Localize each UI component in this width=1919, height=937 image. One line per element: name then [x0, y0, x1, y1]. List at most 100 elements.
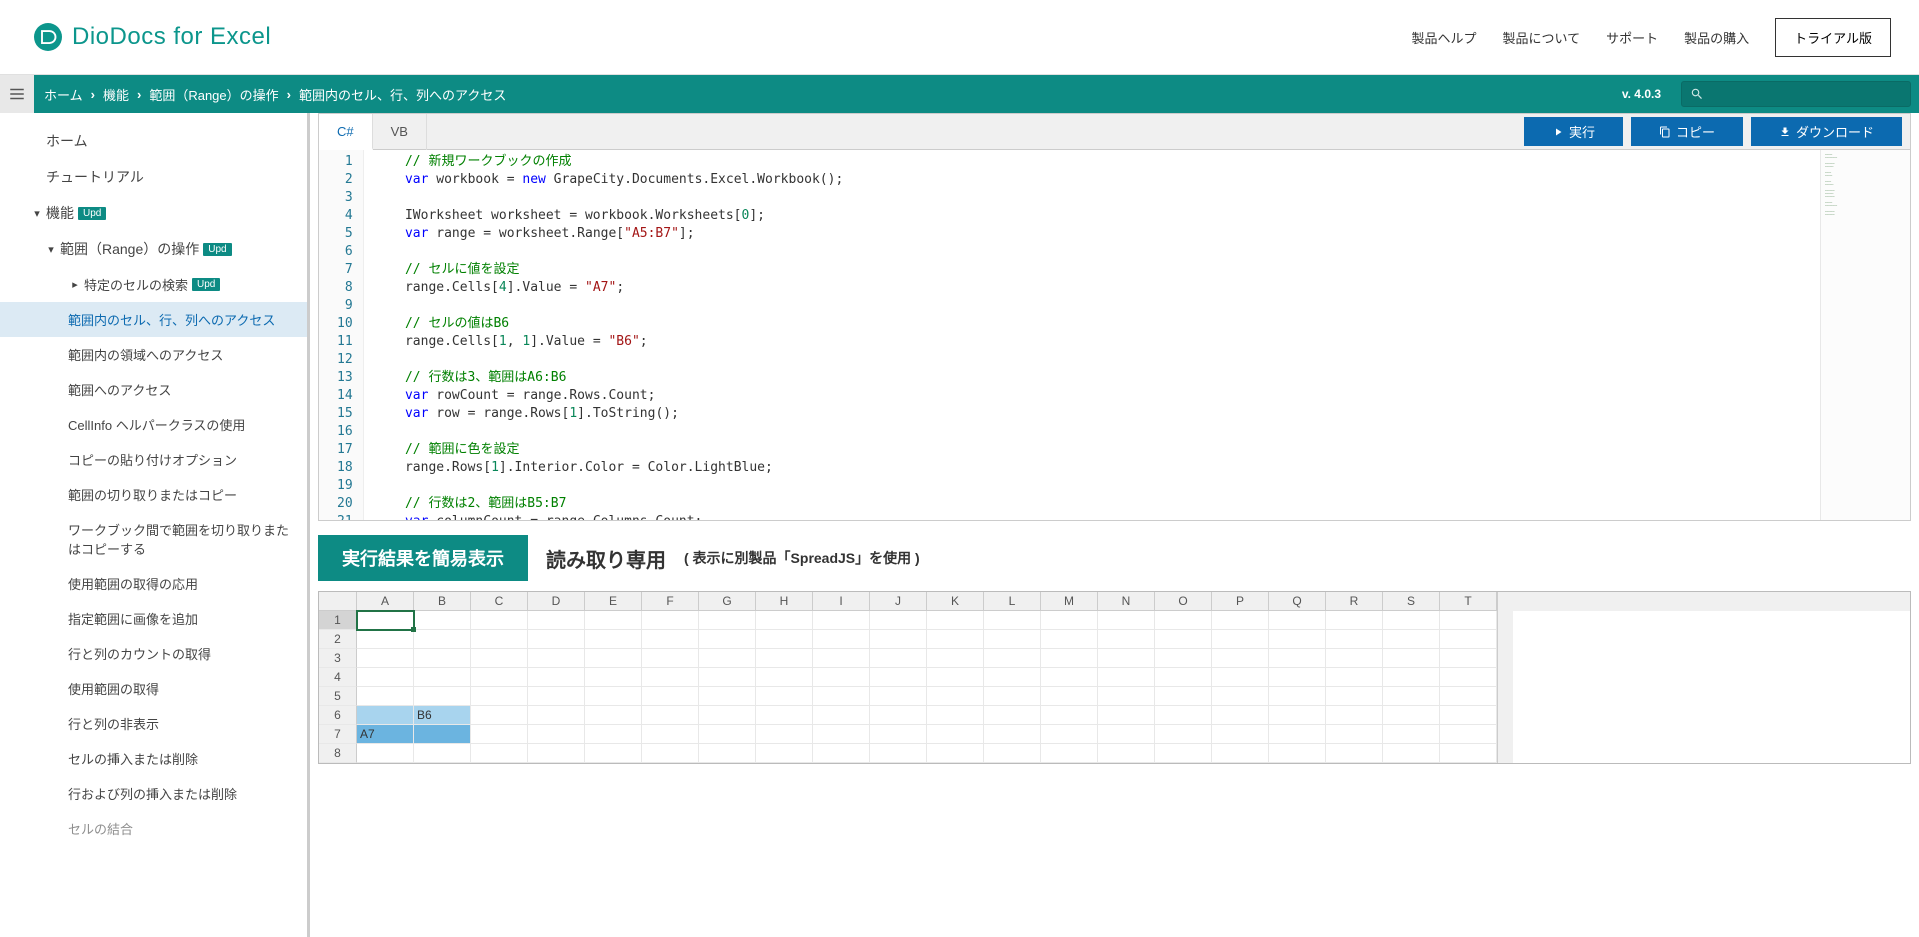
cell[interactable] — [756, 630, 813, 649]
cell[interactable] — [927, 649, 984, 668]
cell[interactable] — [1326, 706, 1383, 725]
spreadsheet[interactable]: ABCDEFGHIJKLMNOPQRST123456B67A78 — [318, 591, 1911, 764]
code-minimap[interactable]: ▬▬▬▬▬▬▬▬▬▬▬▬▬▬▬▬▬▬▬▬▬▬▬▬▬▬▬▬▬▬▬▬▬▬▬▬▬▬▬▬… — [1820, 150, 1910, 520]
cell[interactable] — [1212, 687, 1269, 706]
cell[interactable] — [699, 649, 756, 668]
cell[interactable] — [1155, 744, 1212, 763]
cell[interactable] — [528, 630, 585, 649]
cell[interactable] — [1440, 649, 1497, 668]
row-header[interactable]: 7 — [319, 725, 357, 744]
cell[interactable] — [642, 649, 699, 668]
cell[interactable] — [414, 725, 471, 744]
cell[interactable] — [1383, 668, 1440, 687]
cell[interactable] — [813, 725, 870, 744]
cell[interactable] — [699, 725, 756, 744]
cell[interactable] — [357, 668, 414, 687]
copy-button[interactable]: コピー — [1631, 117, 1743, 146]
cell[interactable] — [528, 611, 585, 630]
result-display-button[interactable]: 実行結果を簡易表示 — [318, 535, 528, 581]
cell[interactable] — [1098, 744, 1155, 763]
logo[interactable]: DioDocs for Excel — [34, 23, 271, 51]
nav-help[interactable]: 製品ヘルプ — [1411, 28, 1476, 47]
cell[interactable] — [414, 630, 471, 649]
nav-support[interactable]: サポート — [1606, 28, 1658, 47]
cell[interactable] — [984, 630, 1041, 649]
cell[interactable] — [585, 744, 642, 763]
download-button[interactable]: ダウンロード — [1751, 117, 1902, 146]
cell[interactable] — [1383, 725, 1440, 744]
cell[interactable] — [471, 687, 528, 706]
cell[interactable] — [642, 611, 699, 630]
cell[interactable] — [1440, 630, 1497, 649]
cell[interactable] — [1098, 725, 1155, 744]
sidebar-item[interactable]: 行と列の非表示 — [0, 706, 307, 741]
cell[interactable] — [585, 668, 642, 687]
run-button[interactable]: 実行 — [1524, 117, 1623, 146]
cell[interactable] — [813, 649, 870, 668]
cell[interactable] — [813, 706, 870, 725]
cell[interactable] — [1041, 706, 1098, 725]
cell[interactable] — [813, 687, 870, 706]
cell[interactable] — [414, 611, 471, 630]
sidebar-item[interactable]: コピーの貼り付けオプション — [0, 442, 307, 477]
row-header[interactable]: 8 — [319, 744, 357, 763]
cell[interactable] — [870, 706, 927, 725]
cell[interactable] — [870, 649, 927, 668]
cell[interactable] — [813, 668, 870, 687]
sidebar-item-active[interactable]: 範囲内のセル、行、列へのアクセス — [0, 302, 310, 337]
cell[interactable] — [1098, 706, 1155, 725]
cell[interactable] — [927, 744, 984, 763]
cell[interactable] — [414, 687, 471, 706]
row-header[interactable]: 5 — [319, 687, 357, 706]
cell[interactable] — [642, 630, 699, 649]
cell[interactable] — [1269, 725, 1326, 744]
cell[interactable] — [1212, 630, 1269, 649]
cell[interactable] — [642, 706, 699, 725]
sidebar-item[interactable]: CellInfo ヘルパークラスの使用 — [0, 407, 307, 442]
cell[interactable] — [984, 687, 1041, 706]
col-header[interactable]: K — [927, 592, 984, 611]
cell[interactable] — [1212, 725, 1269, 744]
col-header[interactable]: B — [414, 592, 471, 611]
cell[interactable] — [1212, 706, 1269, 725]
trial-button[interactable]: トライアル版 — [1775, 18, 1891, 57]
cell[interactable] — [1269, 687, 1326, 706]
crumb-features[interactable]: 機能 — [103, 85, 129, 104]
cell[interactable] — [471, 649, 528, 668]
col-header[interactable]: H — [756, 592, 813, 611]
cell[interactable] — [870, 630, 927, 649]
sidebar-item[interactable]: ▸特定のセルの検索Upd — [0, 267, 307, 302]
cell[interactable] — [642, 744, 699, 763]
cell[interactable] — [528, 649, 585, 668]
cell[interactable] — [1440, 725, 1497, 744]
sheet-scrollbar[interactable] — [1497, 725, 1513, 744]
col-header[interactable]: N — [1098, 592, 1155, 611]
sidebar-item[interactable]: 行と列のカウントの取得 — [0, 636, 307, 671]
cell[interactable] — [1098, 630, 1155, 649]
sidebar-features[interactable]: ▾機能Upd — [0, 195, 307, 231]
cell[interactable] — [357, 611, 414, 630]
cell[interactable] — [1155, 611, 1212, 630]
cell[interactable] — [471, 630, 528, 649]
search-input[interactable] — [1681, 81, 1911, 107]
cell[interactable] — [1326, 649, 1383, 668]
cell[interactable] — [813, 611, 870, 630]
cell[interactable] — [1326, 725, 1383, 744]
cell[interactable] — [1383, 611, 1440, 630]
cell[interactable] — [870, 725, 927, 744]
row-header[interactable]: 1 — [319, 611, 357, 630]
crumb-range[interactable]: 範囲（Range）の操作 — [149, 85, 278, 104]
cell[interactable] — [1440, 611, 1497, 630]
cell[interactable] — [414, 744, 471, 763]
cell[interactable] — [699, 744, 756, 763]
cell[interactable] — [471, 744, 528, 763]
cell[interactable] — [1155, 649, 1212, 668]
cell[interactable] — [870, 611, 927, 630]
cell[interactable] — [813, 630, 870, 649]
cell[interactable] — [927, 611, 984, 630]
cell[interactable] — [984, 668, 1041, 687]
cell[interactable] — [1041, 649, 1098, 668]
col-header[interactable]: O — [1155, 592, 1212, 611]
cell[interactable] — [813, 744, 870, 763]
cell[interactable] — [471, 611, 528, 630]
